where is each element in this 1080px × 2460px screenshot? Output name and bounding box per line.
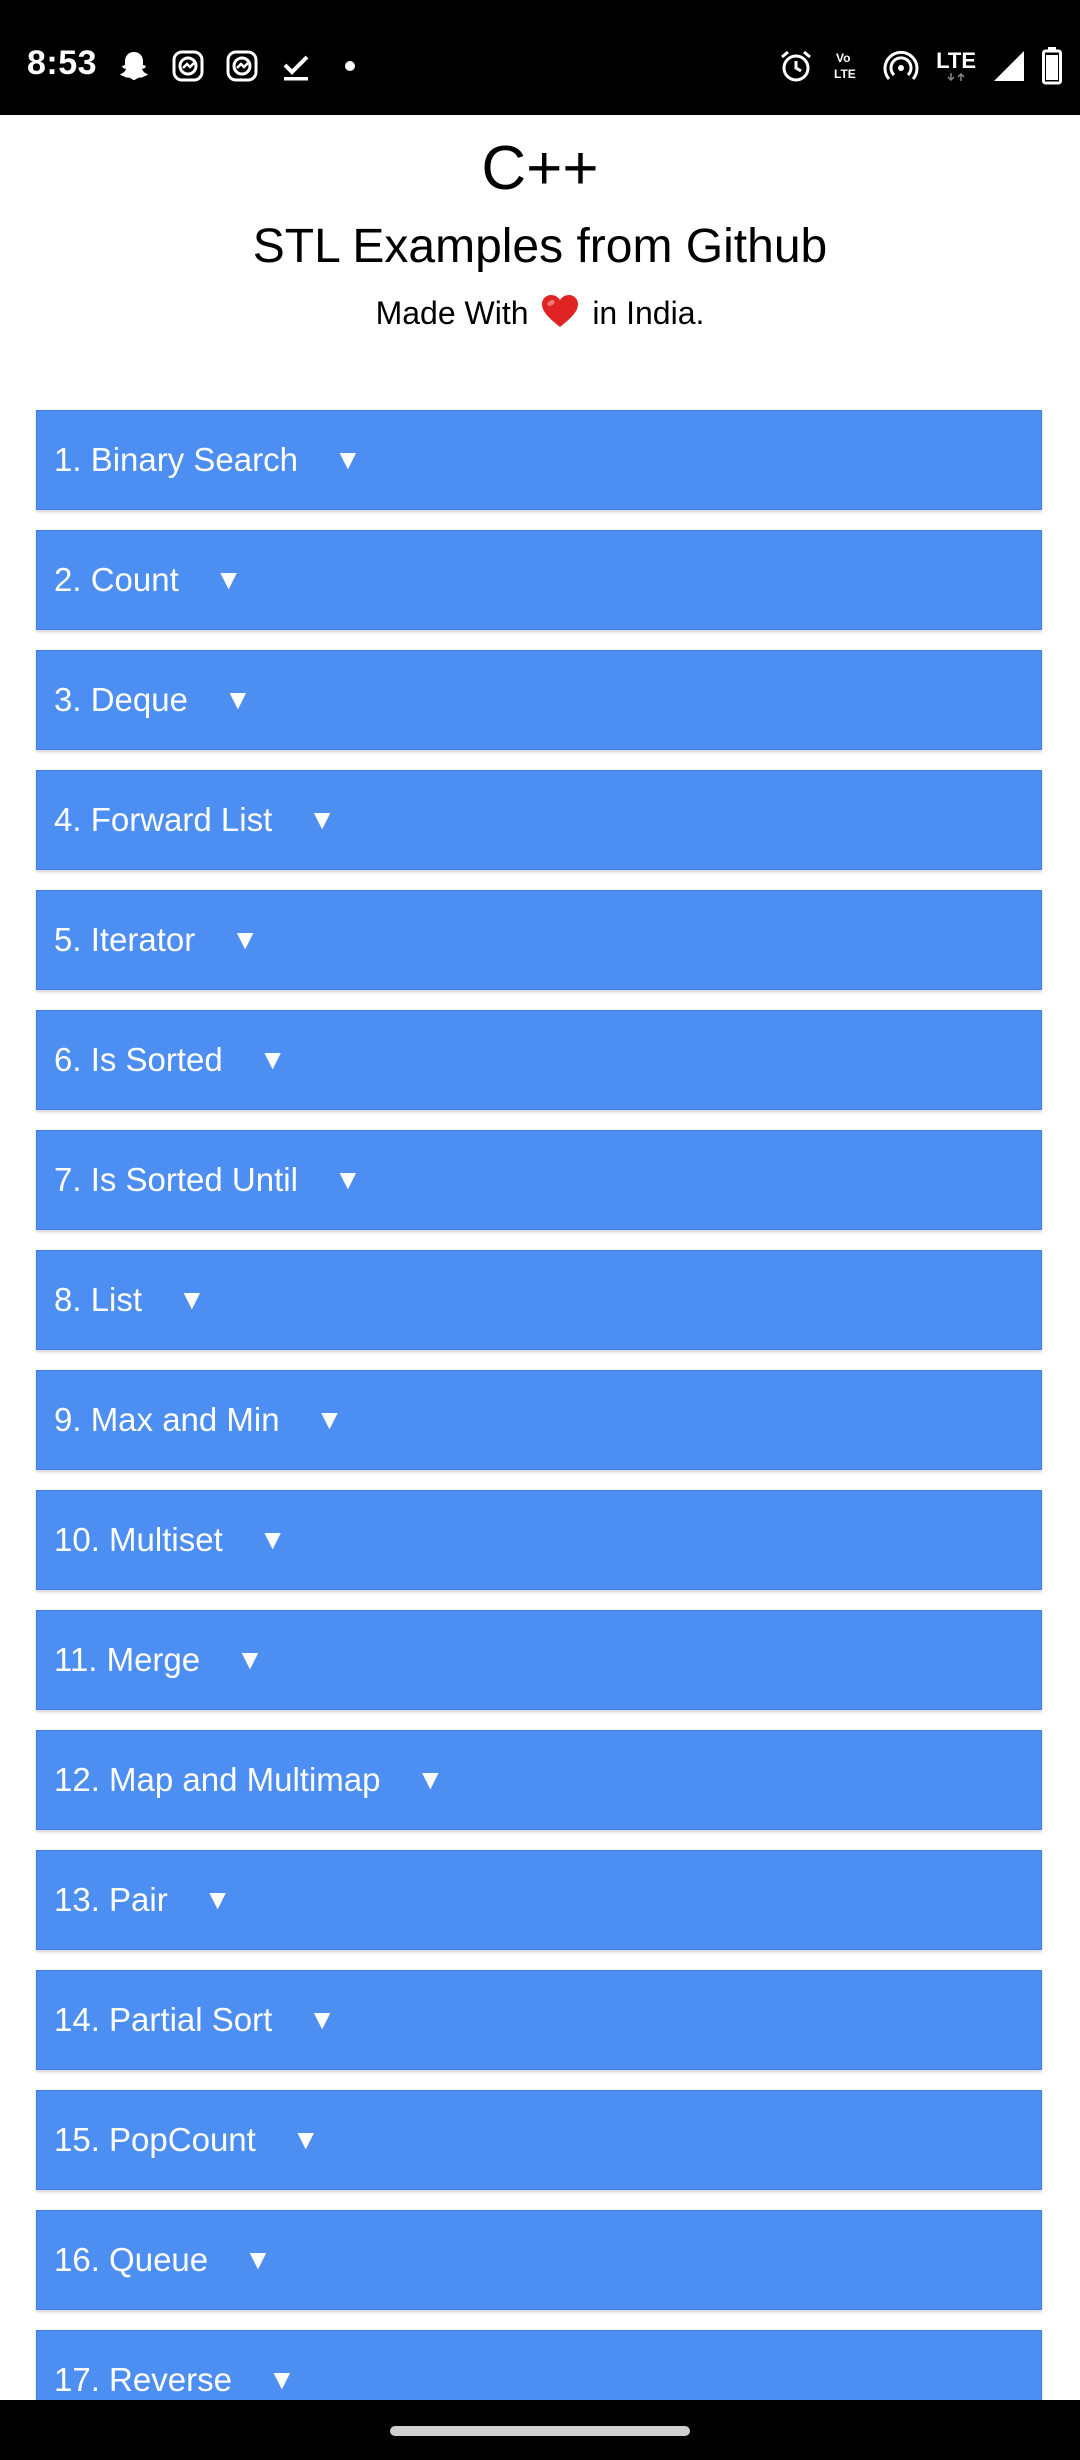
list-item-label: 15. PopCount <box>54 2121 256 2158</box>
list-item-label: 9. Max and Min <box>54 1401 280 1438</box>
expand-arrow-icon: ▼ <box>258 1524 287 1555</box>
list-item-forward-list[interactable]: 4. Forward List ▼ <box>36 770 1042 870</box>
dot-icon <box>331 48 369 84</box>
list-item-binary-search[interactable]: 1. Binary Search ▼ <box>36 410 1042 510</box>
battery-icon <box>1042 46 1062 86</box>
list-item-reverse[interactable]: 17. Reverse ▼ <box>36 2330 1042 2400</box>
notification-icons <box>115 48 385 84</box>
expand-arrow-icon: ▼ <box>315 1404 344 1435</box>
expand-arrow-icon: ▼ <box>416 1764 445 1795</box>
expand-arrow-icon: ▼ <box>267 2364 296 2395</box>
navigation-bar <box>0 2400 1080 2460</box>
list-item-pair[interactable]: 13. Pair ▼ <box>36 1850 1042 1950</box>
list-item-map-and-multimap[interactable]: 12. Map and Multimap ▼ <box>36 1730 1042 1830</box>
list-item-label: 4. Forward List <box>54 801 273 838</box>
hotspot-icon <box>882 46 920 86</box>
list-item-merge[interactable]: 11. Merge ▼ <box>36 1610 1042 1710</box>
expand-arrow-icon: ▼ <box>333 1164 362 1195</box>
list-item-label: 8. List <box>54 1281 143 1318</box>
expand-arrow-icon: ▼ <box>236 1644 264 1675</box>
list-item-max-and-min[interactable]: 9. Max and Min ▼ <box>36 1370 1042 1470</box>
list-item-label: 7. Is Sorted Until <box>54 1161 298 1198</box>
list-item-label: 1. Binary Search <box>54 441 298 478</box>
page-content: C++ STL Examples from Github Made With i… <box>0 115 1080 2400</box>
list-item-label: 6. Is Sorted <box>54 1041 223 1078</box>
expand-arrow-icon: ▼ <box>244 2244 272 2275</box>
list-item-label: 17. Reverse <box>54 2361 232 2398</box>
list-item-label: 12. Map and Multimap <box>54 1761 381 1798</box>
expand-arrow-icon: ▼ <box>178 1284 206 1315</box>
list-item-label: 2. Count <box>54 561 179 598</box>
list-item-partial-sort[interactable]: 14. Partial Sort ▼ <box>36 1970 1042 2070</box>
volte-icon: Vo LTE <box>830 46 866 86</box>
page-subtitle: STL Examples from Github <box>252 220 828 273</box>
status-time: 8:53 <box>27 44 98 82</box>
list-item-iterator[interactable]: 5. Iterator ▼ <box>36 890 1042 990</box>
expand-arrow-icon: ▼ <box>291 2124 320 2155</box>
list-item-multiset[interactable]: 10. Multiset ▼ <box>36 1490 1042 1590</box>
lte-label: LTE <box>936 48 976 73</box>
svg-text:Vo: Vo <box>836 51 850 65</box>
check-done-icon <box>277 48 315 84</box>
home-gesture-handle[interactable] <box>390 2426 690 2436</box>
expand-arrow-icon: ▼ <box>308 2004 336 2035</box>
messenger-bubble-icon <box>223 48 261 84</box>
list-item-label: 11. Merge <box>54 1641 201 1678</box>
stl-examples-list: 1. Binary Search ▼ 2. Count ▼ 3. Deque ▼… <box>36 410 1042 2400</box>
expand-arrow-icon: ▼ <box>203 1884 232 1915</box>
snapchat-icon <box>115 48 153 84</box>
svg-text:LTE: LTE <box>834 67 856 81</box>
list-item-label: 16. Queue <box>54 2241 209 2278</box>
heart-icon <box>541 294 579 336</box>
list-item-label: 5. Iterator <box>54 921 196 958</box>
list-item-label: 13. Pair <box>54 1881 168 1918</box>
expand-arrow-icon: ▼ <box>308 804 336 835</box>
expand-arrow-icon: ▼ <box>214 564 243 595</box>
tagline: Made With in India. <box>0 294 1080 336</box>
alarm-icon <box>778 46 814 86</box>
list-item-count[interactable]: 2. Count ▼ <box>36 530 1042 630</box>
list-item-is-sorted[interactable]: 6. Is Sorted ▼ <box>36 1010 1042 1110</box>
list-item-list[interactable]: 8. List ▼ <box>36 1250 1042 1350</box>
page-title: C++ <box>481 134 599 203</box>
list-item-label: 14. Partial Sort <box>54 2001 273 2038</box>
list-item-is-sorted-until[interactable]: 7. Is Sorted Until ▼ <box>36 1130 1042 1230</box>
status-bar: 8:53 Vo LTE LTE <box>0 0 1080 115</box>
expand-arrow-icon: ▼ <box>258 1044 287 1075</box>
tagline-text-before: Made With <box>375 295 529 331</box>
list-item-popcount[interactable]: 15. PopCount ▼ <box>36 2090 1042 2190</box>
signal-icon <box>992 46 1026 86</box>
lte-icon: LTE <box>936 46 976 86</box>
system-icons: Vo LTE LTE <box>762 46 1062 86</box>
expand-arrow-icon: ▼ <box>231 924 259 955</box>
list-item-label: 10. Multiset <box>54 1521 223 1558</box>
list-item-queue[interactable]: 16. Queue ▼ <box>36 2210 1042 2310</box>
expand-arrow-icon: ▼ <box>333 444 362 475</box>
tagline-text-after: in India. <box>592 295 705 331</box>
messenger-bubble-icon <box>169 48 207 84</box>
expand-arrow-icon: ▼ <box>223 684 252 715</box>
list-item-label: 3. Deque <box>54 681 188 718</box>
list-item-deque[interactable]: 3. Deque ▼ <box>36 650 1042 750</box>
